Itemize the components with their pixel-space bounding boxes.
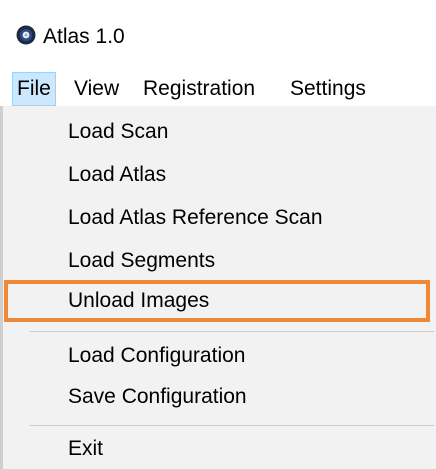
menu-separator — [30, 331, 434, 332]
menu-file[interactable]: File — [12, 72, 56, 106]
menu-item-save-configuration[interactable]: Save Configuration — [68, 377, 247, 417]
menu-item-load-scan[interactable]: Load Scan — [68, 112, 168, 152]
menu-item-load-atlas[interactable]: Load Atlas — [68, 155, 166, 195]
menu-registration[interactable]: Registration — [143, 72, 255, 106]
menu-item-exit[interactable]: Exit — [68, 429, 103, 469]
menu-bar: File View Registration Settings — [0, 72, 436, 106]
menu-item-unload-images[interactable]: Unload Images — [68, 281, 209, 321]
title-bar: Atlas 1.0 — [0, 0, 436, 72]
app-icon — [16, 25, 36, 45]
window-title: Atlas 1.0 — [43, 25, 125, 48]
dropdown-left-border — [0, 106, 3, 469]
menu-view[interactable]: View — [74, 72, 119, 106]
menu-item-load-atlas-reference-scan[interactable]: Load Atlas Reference Scan — [68, 198, 323, 238]
menu-item-load-segments[interactable]: Load Segments — [68, 241, 215, 281]
menu-separator — [30, 425, 434, 426]
menu-item-load-configuration[interactable]: Load Configuration — [68, 336, 245, 376]
menu-settings[interactable]: Settings — [290, 72, 366, 106]
